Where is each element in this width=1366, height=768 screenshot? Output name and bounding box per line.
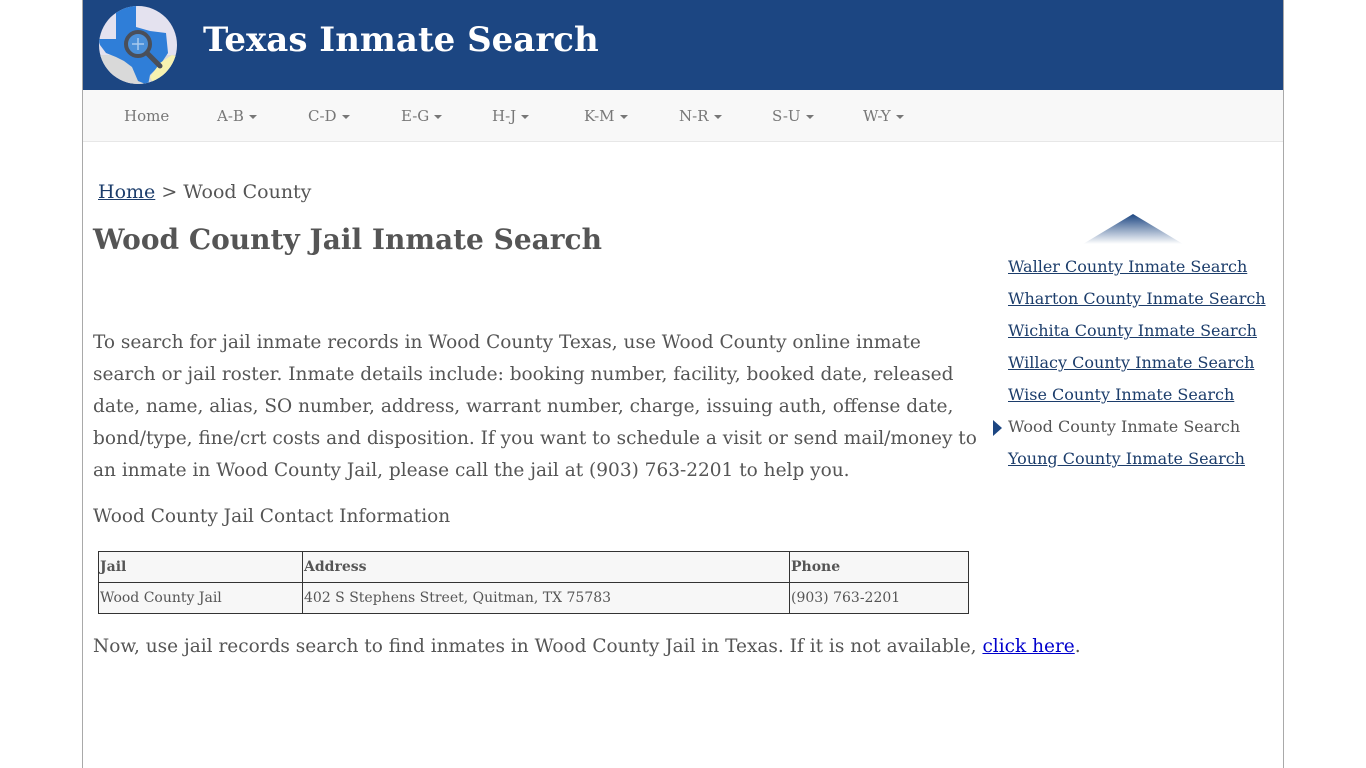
table-header-row: Jail Address Phone: [98, 551, 969, 583]
sidebar-item-wichita: Wichita County Inmate Search: [1008, 321, 1266, 353]
sidebar-link[interactable]: Wichita County Inmate Search: [1008, 321, 1257, 340]
caret-down-icon: [248, 115, 257, 119]
nav-label: C-D: [308, 107, 337, 125]
breadcrumb-home-link[interactable]: Home: [98, 181, 155, 203]
main-navbar: Home A-B C-D E-G H-J K-M N-R S-U W-Y: [83, 90, 1283, 142]
outro-end: .: [1074, 636, 1081, 657]
nav-label: K-M: [584, 107, 615, 125]
cell-jail: Wood County Jail: [98, 582, 303, 614]
contact-table: Jail Address Phone Wood County Jail 402 …: [98, 551, 969, 614]
site-header: Texas Inmate Search: [83, 0, 1283, 90]
nav-w-y[interactable]: W-Y: [863, 107, 904, 125]
page-container: Texas Inmate Search Home A-B C-D E-G H-J…: [82, 0, 1284, 768]
sidebar-link[interactable]: Waller County Inmate Search: [1008, 257, 1247, 276]
caret-down-icon: [619, 115, 628, 119]
sidebar-link[interactable]: Young County Inmate Search: [1008, 449, 1245, 468]
breadcrumb-separator: >: [155, 181, 184, 203]
sidebar-current: Wood County Inmate Search: [1008, 417, 1241, 436]
sidebar-item-wise: Wise County Inmate Search: [1008, 385, 1266, 417]
nav-k-m[interactable]: K-M: [584, 107, 628, 125]
caret-down-icon: [341, 115, 350, 119]
current-marker-icon: [993, 420, 1002, 436]
nav-label: S-U: [772, 107, 801, 125]
sidebar-item-wharton: Wharton County Inmate Search: [1008, 289, 1266, 321]
nav-label: E-G: [401, 107, 430, 125]
texas-map-magnifier-icon[interactable]: [98, 5, 178, 85]
sidebar-link[interactable]: Willacy County Inmate Search: [1008, 353, 1254, 372]
cell-address: 402 S Stephens Street, Quitman, TX 75783: [302, 582, 790, 614]
sidebar-link[interactable]: Wise County Inmate Search: [1008, 385, 1234, 404]
nav-label: W-Y: [863, 107, 891, 125]
header-jail: Jail: [98, 551, 303, 583]
caret-down-icon: [895, 115, 904, 119]
nav-n-r[interactable]: N-R: [679, 107, 722, 125]
nav-e-g[interactable]: E-G: [401, 107, 443, 125]
sidebar-item-wood: Wood County Inmate Search: [993, 417, 1266, 449]
nav-label: H-J: [492, 107, 517, 125]
nav-s-u[interactable]: S-U: [772, 107, 814, 125]
sidebar-item-young: Young County Inmate Search: [1008, 449, 1266, 481]
table-row: Wood County Jail 402 S Stephens Street, …: [98, 582, 969, 614]
intro-paragraph: To search for jail inmate records in Woo…: [93, 332, 977, 481]
caret-down-icon: [434, 115, 443, 119]
header-phone: Phone: [789, 551, 969, 583]
nav-label: N-R: [679, 107, 709, 125]
contact-heading: Wood County Jail Contact Information: [93, 506, 451, 527]
caret-down-icon: [805, 115, 814, 119]
sidebar-link[interactable]: Wharton County Inmate Search: [1008, 289, 1266, 308]
nav-label: Home: [124, 107, 170, 125]
sidebar-county-list: Waller County Inmate Search Wharton Coun…: [993, 257, 1266, 481]
sidebar-item-willacy: Willacy County Inmate Search: [1008, 353, 1266, 385]
sidebar-item-waller: Waller County Inmate Search: [1008, 257, 1266, 289]
outro-paragraph: Now, use jail records search to find inm…: [93, 636, 1081, 657]
nav-label: A-B: [217, 107, 244, 125]
breadcrumb-current: Wood County: [183, 181, 312, 203]
nav-h-j[interactable]: H-J: [492, 107, 530, 125]
header-address: Address: [302, 551, 790, 583]
page-title: Wood County Jail Inmate Search: [93, 223, 602, 256]
caret-down-icon: [713, 115, 722, 119]
nav-c-d[interactable]: C-D: [308, 107, 350, 125]
nav-a-b[interactable]: A-B: [217, 107, 257, 125]
click-here-link[interactable]: click here: [982, 636, 1074, 657]
caret-down-icon: [521, 115, 530, 119]
scroll-up-arrow-icon[interactable]: [1083, 213, 1183, 245]
nav-home[interactable]: Home: [124, 107, 169, 125]
breadcrumb: Home > Wood County: [98, 181, 311, 203]
cell-phone: (903) 763-2201: [789, 582, 969, 614]
site-title[interactable]: Texas Inmate Search: [203, 20, 599, 60]
outro-text: Now, use jail records search to find inm…: [93, 636, 983, 657]
